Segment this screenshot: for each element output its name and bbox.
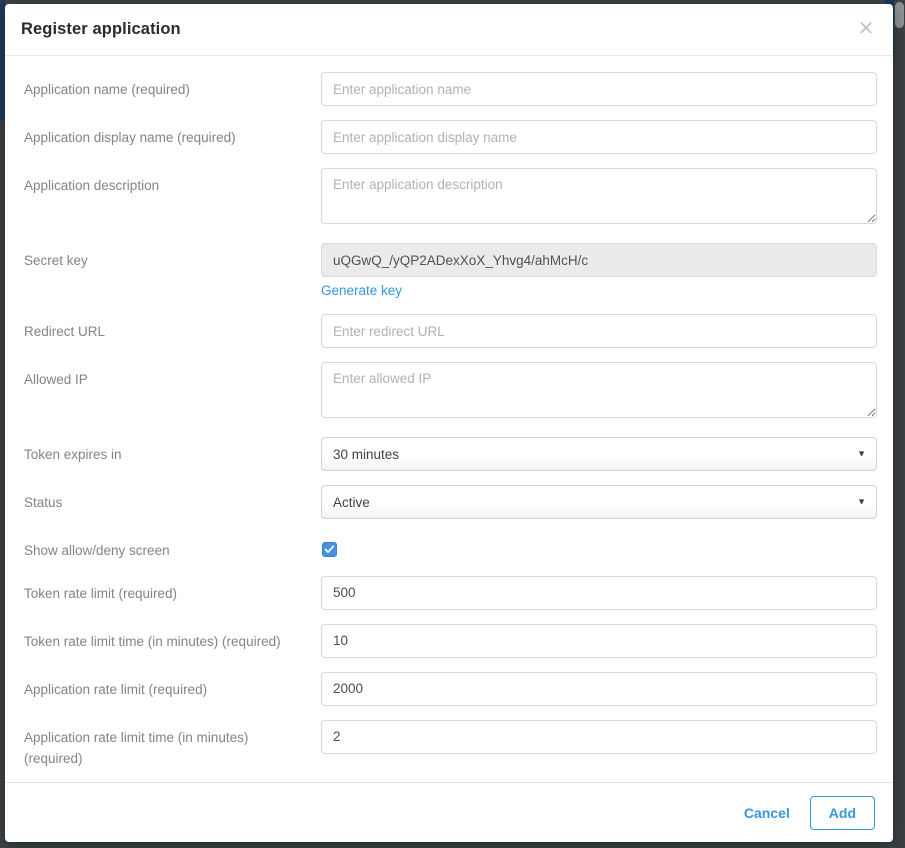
- add-button[interactable]: Add: [810, 796, 875, 830]
- application-description-textarea[interactable]: [321, 168, 877, 224]
- page-scrollbar-thumb[interactable]: [895, 2, 904, 28]
- generate-key-link[interactable]: Generate key: [321, 283, 402, 298]
- label-application-rate-limit: Application rate limit (required): [21, 672, 321, 701]
- control-show-allow-deny-screen: [321, 533, 877, 560]
- status-select[interactable]: Active: [321, 485, 877, 519]
- redirect-url-input[interactable]: [321, 314, 877, 348]
- application-rate-limit-time-input[interactable]: [321, 720, 877, 754]
- field-row-application-name: Application name (required): [21, 72, 877, 106]
- token-expires-in-select[interactable]: 30 minutes: [321, 437, 877, 471]
- label-redirect-url: Redirect URL: [21, 314, 321, 343]
- label-application-name: Application name (required): [21, 72, 321, 101]
- control-application-rate-limit: [321, 672, 877, 706]
- allowed-ip-textarea[interactable]: [321, 362, 877, 418]
- label-token-expires-in: Token expires in: [21, 437, 321, 466]
- field-row-allowed-ip: Allowed IP: [21, 362, 877, 423]
- token-rate-limit-time-input[interactable]: [321, 624, 877, 658]
- field-row-show-allow-deny-screen: Show allow/deny screen: [21, 533, 877, 562]
- dialog-header: Register application ✕: [5, 4, 893, 56]
- field-row-status: Status Active ▼: [21, 485, 877, 519]
- control-token-rate-limit-time: [321, 624, 877, 658]
- control-token-rate-limit: [321, 576, 877, 610]
- field-row-application-rate-limit: Application rate limit (required): [21, 672, 877, 706]
- register-application-dialog: Register application ✕ Application name …: [5, 4, 893, 842]
- field-row-application-description: Application description: [21, 168, 877, 229]
- control-application-display-name: [321, 120, 877, 154]
- dialog-footer: Cancel Add: [5, 782, 893, 842]
- token-rate-limit-input[interactable]: [321, 576, 877, 610]
- label-status: Status: [21, 485, 321, 514]
- label-token-rate-limit: Token rate limit (required): [21, 576, 321, 605]
- field-row-token-expires-in: Token expires in 30 minutes ▼: [21, 437, 877, 471]
- page-scrollbar[interactable]: [894, 0, 905, 848]
- control-application-description: [321, 168, 877, 229]
- label-token-rate-limit-time: Token rate limit time (in minutes) (requ…: [21, 624, 321, 653]
- control-allowed-ip: [321, 362, 877, 423]
- field-row-secret-key: Secret key Generate key: [21, 243, 877, 300]
- field-row-application-rate-limit-time: Application rate limit time (in minutes)…: [21, 720, 877, 770]
- secret-key-input[interactable]: [321, 243, 877, 277]
- control-application-name: [321, 72, 877, 106]
- control-application-rate-limit-time: [321, 720, 877, 754]
- label-application-rate-limit-time: Application rate limit time (in minutes)…: [21, 720, 321, 770]
- show-allow-deny-screen-checkbox[interactable]: [322, 542, 337, 557]
- field-row-application-display-name: Application display name (required): [21, 120, 877, 154]
- label-secret-key: Secret key: [21, 243, 321, 272]
- application-name-input[interactable]: [321, 72, 877, 106]
- label-application-description: Application description: [21, 168, 321, 197]
- application-rate-limit-input[interactable]: [321, 672, 877, 706]
- control-status: Active ▼: [321, 485, 877, 519]
- field-row-token-rate-limit: Token rate limit (required): [21, 576, 877, 610]
- application-display-name-input[interactable]: [321, 120, 877, 154]
- field-row-token-rate-limit-time: Token rate limit time (in minutes) (requ…: [21, 624, 877, 658]
- label-show-allow-deny-screen: Show allow/deny screen: [21, 533, 321, 562]
- label-allowed-ip: Allowed IP: [21, 362, 321, 391]
- dialog-body: Application name (required) Application …: [5, 56, 893, 782]
- field-row-redirect-url: Redirect URL: [21, 314, 877, 348]
- close-icon[interactable]: ✕: [855, 18, 877, 40]
- control-token-expires-in: 30 minutes ▼: [321, 437, 877, 471]
- control-secret-key: Generate key: [321, 243, 877, 300]
- label-application-display-name: Application display name (required): [21, 120, 321, 149]
- control-redirect-url: [321, 314, 877, 348]
- check-icon: [324, 544, 335, 555]
- dialog-title: Register application: [21, 20, 181, 39]
- cancel-button[interactable]: Cancel: [738, 797, 796, 829]
